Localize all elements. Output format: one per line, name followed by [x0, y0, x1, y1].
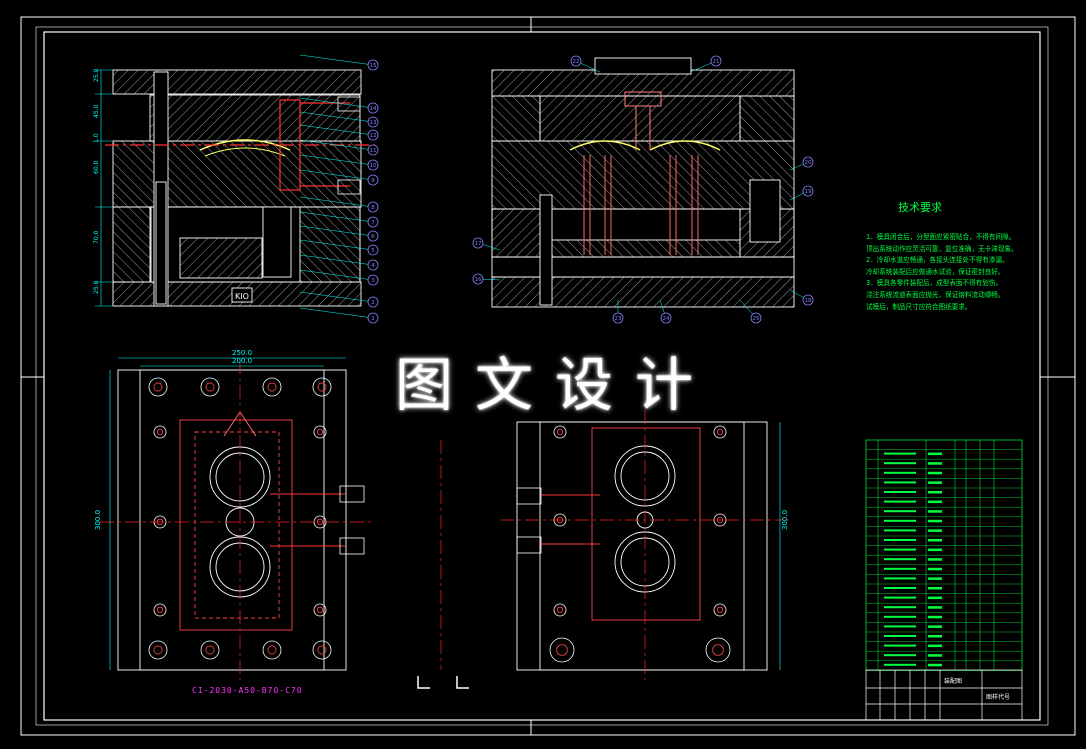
balloon-number: 24	[663, 316, 670, 322]
tech-note-line: 3．模具各零件装配后，成型表面不得有划伤。	[866, 279, 1003, 288]
mounting-hole	[200, 377, 220, 397]
left-dimension-labels: 25.0 45.0 1.0 60.0 70.0 25.0	[93, 68, 100, 294]
tech-note-line: 冷却系统装配后应做通水试验，保证密封良好。	[866, 267, 1005, 276]
balloon-callout: 1	[299, 307, 379, 324]
balloon-callout: 15	[299, 54, 379, 71]
mounting-hole	[713, 425, 727, 439]
right-plan-fittings	[516, 487, 542, 554]
mounting-hole	[262, 377, 282, 397]
mounting-hole	[153, 425, 167, 439]
mounting-hole	[148, 377, 168, 397]
balloon-number: 6	[371, 234, 375, 240]
balloon-number: 20	[805, 160, 812, 166]
balloon-number: 16	[475, 277, 482, 283]
balloon-number: 9	[371, 178, 375, 184]
svg-text:KIO: KIO	[235, 292, 249, 301]
left-plan-view	[117, 369, 347, 671]
balloon-number: 1	[371, 316, 375, 322]
balloon-number: 7	[371, 220, 375, 226]
left-dimension-label: 25.0	[93, 280, 100, 294]
balloon-number: 2	[371, 300, 375, 306]
plan-width-inner-label: 200.0	[232, 357, 252, 365]
right-height-label: 300.0	[781, 510, 789, 530]
mounting-hole	[153, 603, 167, 617]
title-block-drawing-name: 装配图	[944, 678, 963, 685]
left-dimension-label: 1.0	[93, 133, 100, 143]
right-plan-cooling	[540, 494, 600, 545]
left-dimension-label: 70.0	[93, 230, 100, 244]
tech-note-line: 1．模具闭合后，分型面应紧密贴合，不得有间隙。	[866, 233, 1016, 241]
balloon-number: 13	[370, 120, 377, 126]
balloon-number: 8	[371, 205, 375, 211]
left-section-view: KIO	[112, 69, 362, 307]
mounting-hole	[553, 425, 567, 439]
mounting-hole	[312, 640, 332, 660]
mounting-hole	[553, 603, 567, 617]
tech-note-line: 2．冷却水道应畅通，各接头连接处不得有渗漏。	[866, 256, 1009, 265]
tech-note-line: 试模后，制品尺寸应符合图纸要求。	[866, 302, 972, 311]
tech-note-line: 浇注系统流道表面应抛光，保证熔料流动顺畅。	[866, 290, 1005, 299]
tech-note-line: 顶出系统动作应灵活可靠，复位准确，无卡滞现象。	[866, 244, 1018, 253]
mounting-hole	[262, 640, 282, 660]
balloon-number: 15	[370, 63, 377, 69]
left-dimension-label: 45.0	[93, 104, 100, 118]
left-plan-cooling	[223, 411, 345, 547]
right-plan-centerlines	[440, 410, 790, 680]
mounting-hole	[148, 640, 168, 660]
left-plan-centerlines	[100, 360, 375, 680]
plan-width-outer-label: 250.0	[232, 349, 252, 357]
balloon-number: 3	[371, 278, 375, 284]
section-markers	[417, 676, 469, 689]
tech-requirements-notes: 1．模具闭合后，分型面应紧密贴合，不得有间隙。 顶出系统动作应灵活可靠，复位准确…	[866, 232, 1066, 313]
balloon-number: 4	[371, 263, 375, 269]
plan-height-label: 300.0	[94, 510, 102, 530]
bill-of-materials-table	[865, 439, 1023, 671]
mounting-hole	[200, 640, 220, 660]
balloon-number: 17	[475, 241, 482, 247]
mounting-hole	[549, 637, 575, 663]
left-dimension-label: 60.0	[93, 160, 100, 174]
cad-drawing-sheet: KIO 25.0 45.0 1.0 60.0 70.0 25.0 15 14 13 12 11 10…	[0, 0, 1086, 745]
title-block-drawing-code: 图样代号	[986, 694, 1011, 701]
mounting-hole	[713, 603, 727, 617]
right-section-view	[491, 57, 795, 308]
balloon-number: 23	[615, 316, 622, 322]
mounting-hole	[705, 637, 731, 663]
balloon-number: 25	[753, 316, 760, 322]
balloon-number: 22	[573, 59, 580, 65]
balloon-number: 18	[805, 298, 812, 304]
balloon-number: 19	[805, 189, 812, 195]
left-plan-fittings	[339, 485, 365, 555]
balloon-number: 11	[370, 148, 377, 154]
balloon-number: 5	[371, 248, 375, 254]
left-dimension-label: 25.0	[93, 68, 100, 82]
balloon-number: 10	[370, 163, 377, 169]
mold-base-model-code: CI-2030-A50-B70-C70	[192, 686, 303, 695]
right-plan-view	[516, 421, 768, 671]
watermark-text: 图文设计	[395, 351, 716, 419]
balloon-number: 12	[370, 133, 377, 139]
balloon-number: 14	[370, 106, 377, 112]
mounting-hole	[312, 377, 332, 397]
balloon-number: 21	[713, 59, 720, 65]
tech-requirements-title: 技术要求	[898, 201, 942, 214]
